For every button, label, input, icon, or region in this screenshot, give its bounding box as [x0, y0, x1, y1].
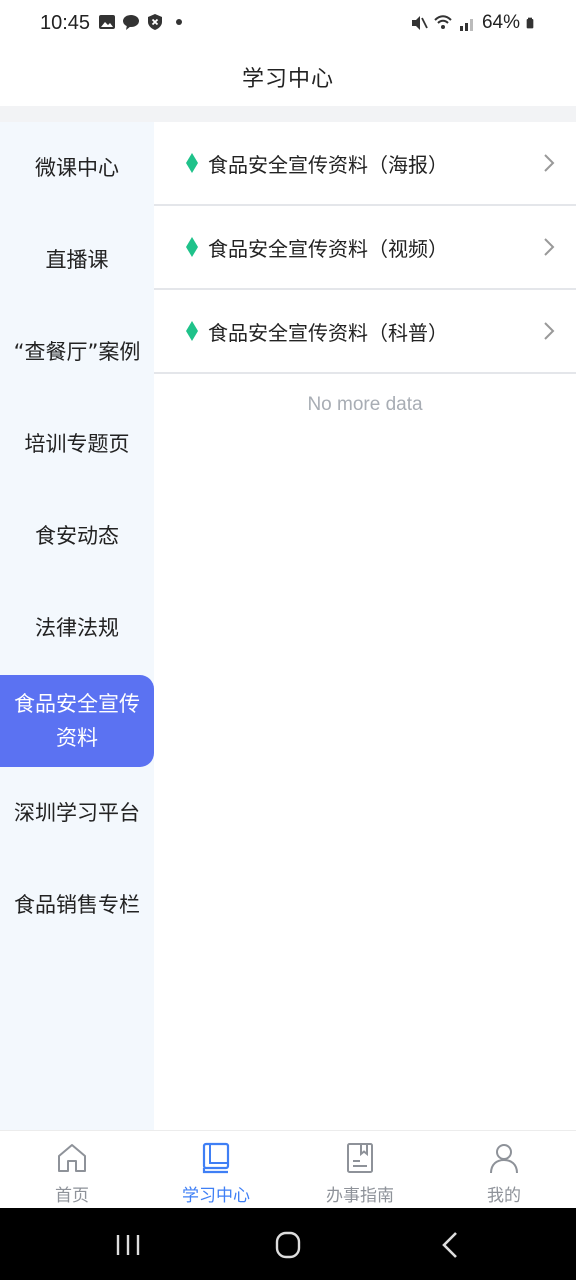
- sidebar-item-food-sales[interactable]: 食品销售专栏: [0, 859, 154, 951]
- system-nav-bar: [0, 1208, 576, 1280]
- diamond-icon: [186, 237, 198, 257]
- status-right: 64%: [410, 12, 538, 34]
- tab-service-guide[interactable]: 办事指南: [288, 1131, 432, 1209]
- sidebar-item-label: 直播课: [45, 248, 109, 272]
- tab-learning-center[interactable]: 学习中心: [144, 1131, 288, 1209]
- bottom-tab-bar: 首页 学习中心 办事指南 我的: [0, 1130, 576, 1208]
- book-icon: [202, 1142, 230, 1174]
- sidebar-item-restaurant-cases[interactable]: “查餐厅”案例: [0, 306, 154, 398]
- list-item-label: 食品安全宣传资料（科普）: [208, 320, 448, 345]
- home-button-icon[interactable]: [268, 1230, 308, 1260]
- dot-icon: [176, 19, 182, 25]
- sidebar-item-label: 培训专题页: [24, 432, 130, 456]
- sidebar-item-label: 食品销售专栏: [14, 893, 140, 917]
- sidebar-item-training-topics[interactable]: 培训专题页: [0, 398, 154, 490]
- sidebar-item-food-safety-materials[interactable]: 食品安全宣传资料: [0, 675, 154, 767]
- tab-label: 首页: [55, 1186, 89, 1206]
- sidebar-item-label: 法律法规: [35, 616, 119, 640]
- battery-percent: 64%: [481, 12, 520, 33]
- bookmark-doc-icon: [347, 1143, 373, 1173]
- battery-icon: [526, 17, 534, 29]
- no-more-data-text: No more data: [307, 394, 423, 415]
- sidebar-item-live-courses[interactable]: 直播课: [0, 214, 154, 306]
- mute-icon: [411, 16, 428, 30]
- chevron-right-icon: [544, 322, 555, 340]
- sidebar-item-label: 食安动态: [35, 524, 119, 548]
- list-item[interactable]: 食品安全宣传资料（科普）: [154, 290, 576, 374]
- shield-x-icon: [148, 14, 162, 30]
- list-item[interactable]: 食品安全宣传资料（视频）: [154, 206, 576, 290]
- sidebar-item-label: 食品安全宣传资料: [14, 692, 140, 750]
- sidebar-item-label: 深圳学习平台: [14, 801, 140, 825]
- status-time: 10:45: [40, 12, 91, 34]
- tab-label: 我的: [487, 1186, 521, 1206]
- list-item-label: 食品安全宣传资料（视频）: [208, 236, 448, 261]
- chevron-right-icon: [544, 238, 555, 256]
- header-divider: [0, 106, 576, 122]
- sidebar-item-laws[interactable]: 法律法规: [0, 582, 154, 674]
- tab-label: 办事指南: [326, 1186, 394, 1206]
- list-item[interactable]: 食品安全宣传资料（海报）: [154, 122, 576, 206]
- recent-apps-icon[interactable]: [108, 1230, 148, 1260]
- status-bar: 10:45 64%: [0, 0, 576, 48]
- image-icon: [99, 15, 115, 29]
- diamond-icon: [186, 153, 198, 173]
- page-header: 学习中心: [0, 48, 576, 106]
- content-list: 食品安全宣传资料（海报） 食品安全宣传资料（视频） 食品安全宣传资料（科普） N…: [154, 122, 576, 1130]
- sidebar-item-label: “查餐厅”案例: [13, 340, 141, 364]
- wifi-icon: [434, 15, 452, 29]
- tab-label: 学习中心: [182, 1186, 250, 1206]
- sidebar-item-label: 微课中心: [35, 156, 119, 180]
- sidebar-item-food-safety-news[interactable]: 食安动态: [0, 490, 154, 582]
- chevron-right-icon: [544, 154, 555, 172]
- signal-icon: [459, 19, 473, 31]
- tab-home[interactable]: 首页: [0, 1131, 144, 1209]
- category-sidebar: 微课中心 直播课 “查餐厅”案例 培训专题页 食安动态 法律法规 食品安全宣传资…: [0, 122, 154, 1130]
- sidebar-item-shenzhen-learning[interactable]: 深圳学习平台: [0, 767, 154, 859]
- status-notification-icons: [98, 13, 188, 31]
- back-icon[interactable]: [430, 1230, 470, 1260]
- user-icon: [490, 1144, 518, 1174]
- chat-bubble-icon: [123, 15, 139, 30]
- diamond-icon: [186, 321, 198, 341]
- home-icon: [58, 1144, 86, 1172]
- sidebar-item-micro-courses[interactable]: 微课中心: [0, 122, 154, 214]
- page-title: 学习中心: [241, 67, 334, 92]
- tab-profile[interactable]: 我的: [432, 1131, 576, 1209]
- list-item-label: 食品安全宣传资料（海报）: [208, 152, 448, 177]
